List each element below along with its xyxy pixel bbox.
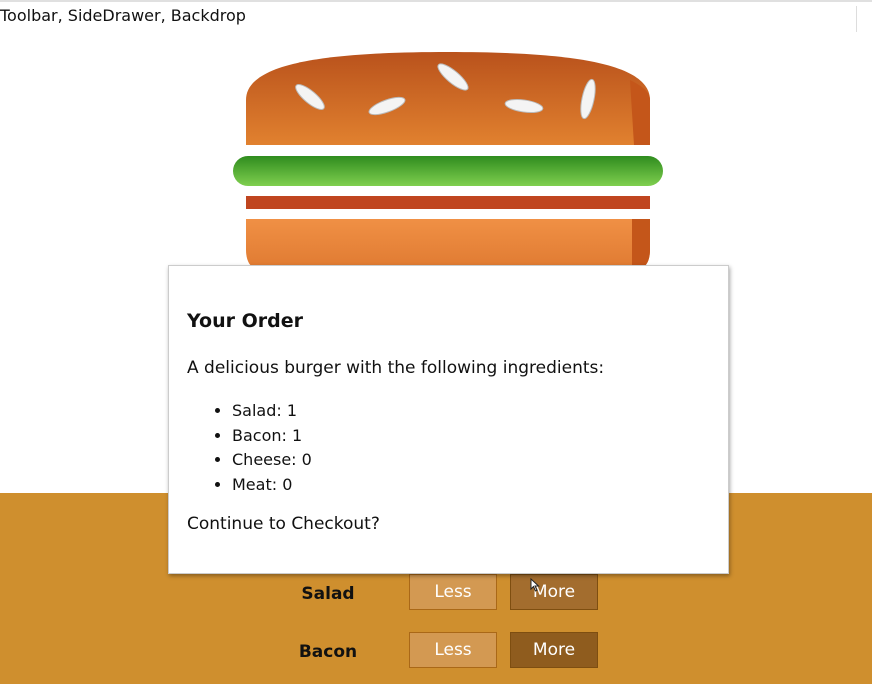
control-row-salad: Salad Less More — [0, 574, 872, 614]
bacon-layer — [246, 196, 650, 209]
order-summary-modal: Your Order A delicious burger with the f… — [168, 265, 729, 574]
checkout-question: Continue to Checkout? — [187, 514, 380, 534]
list-item: Bacon: 1 — [232, 424, 312, 449]
salad-layer — [233, 156, 663, 186]
list-item: Meat: 0 — [232, 473, 312, 498]
list-item: Cheese: 0 — [232, 448, 312, 473]
salad-less-button[interactable]: Less — [409, 574, 497, 610]
control-label: Salad — [301, 584, 355, 604]
modal-title: Your Order — [187, 310, 303, 332]
control-label: Bacon — [298, 642, 358, 662]
mouse-cursor-icon — [530, 578, 540, 592]
list-item: Salad: 1 — [232, 399, 312, 424]
bread-bottom — [246, 219, 650, 268]
bacon-more-button[interactable]: More — [510, 632, 598, 668]
control-row-bacon: Bacon Less More — [0, 632, 872, 672]
ingredient-list: Salad: 1 Bacon: 1 Cheese: 0 Meat: 0 — [187, 399, 312, 497]
bacon-less-button[interactable]: Less — [409, 632, 497, 668]
salad-more-button[interactable]: More — [510, 574, 598, 610]
modal-description: A delicious burger with the following in… — [187, 358, 605, 378]
bread-top — [246, 52, 650, 145]
burger-illustration — [233, 52, 663, 268]
